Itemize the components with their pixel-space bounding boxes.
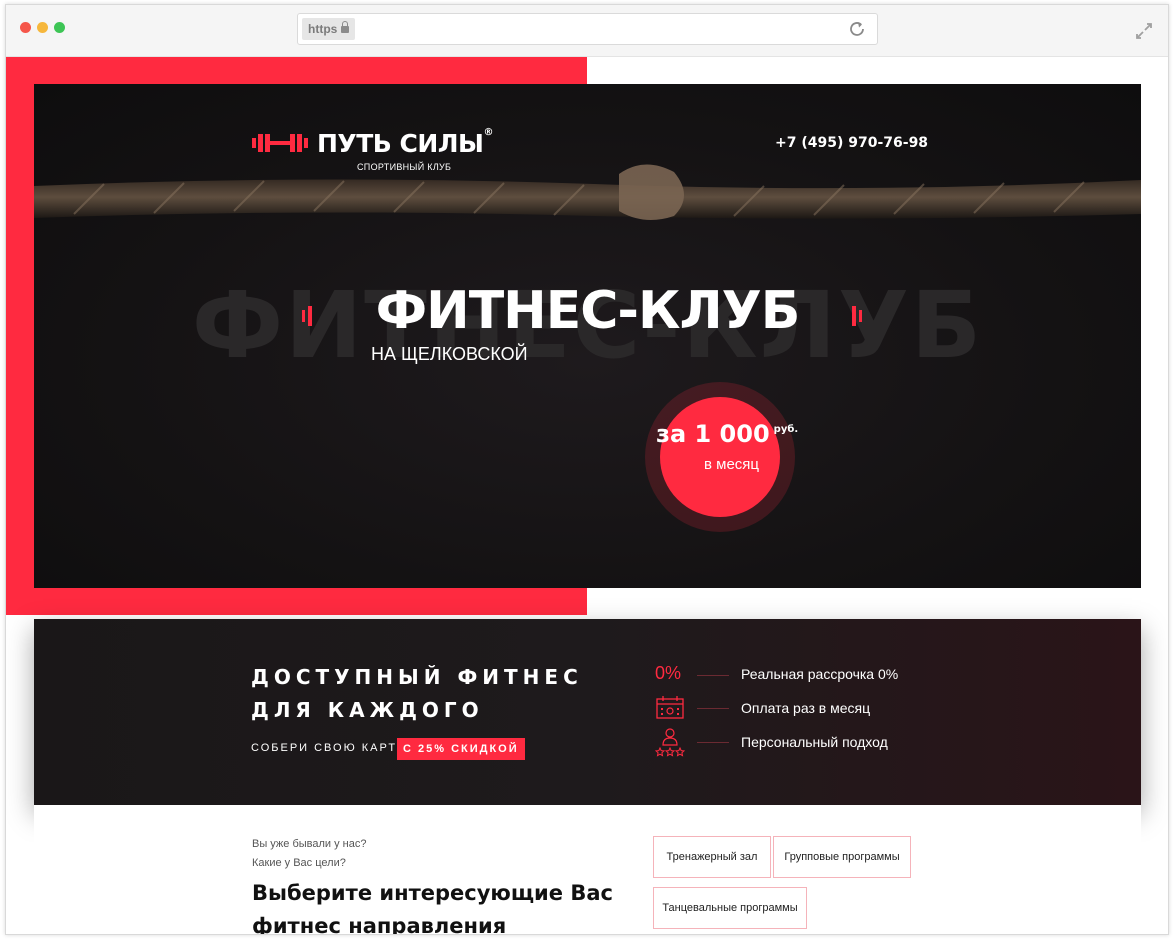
reload-icon[interactable] <box>847 19 867 39</box>
feature-personal-approach: Персональный подход <box>741 734 888 750</box>
hero-section: ФИТНЕС-КЛУБ ПУТЬ СИЛЫ® СПОРТИВНЫЙ КЛУБ +… <box>34 84 1141 588</box>
right-bracket-icon <box>852 306 862 326</box>
dumbbell-logo-icon <box>252 134 308 152</box>
band-title: ДОСТУПНЫЙ ФИТНЕС ДЛЯ КАЖДОГО <box>251 665 583 722</box>
browser-window: https ФИТНЕС-КЛУБ ПУТЬ СИЛЫ® СПОРТИВНЫЙ … <box>5 4 1169 935</box>
price-value: за 1 000 руб. <box>656 420 799 448</box>
calendar-icon <box>656 696 684 719</box>
feature-monthly-payment: Оплата раз в месяц <box>741 700 871 716</box>
lock-icon <box>341 21 350 33</box>
percent-icon: 0% <box>655 663 682 683</box>
option-gym[interactable]: Тренажерный зал <box>653 836 771 878</box>
hero-subtitle: НА ЩЕЛКОВСКОЙ <box>371 344 528 364</box>
maximize-window-button[interactable] <box>54 22 65 33</box>
minimize-window-button[interactable] <box>37 22 48 33</box>
phone-link[interactable]: +7 (495) 970-76-98 <box>775 135 928 151</box>
option-dance-programs[interactable]: Танцевальные программы <box>653 887 807 929</box>
feature-divider <box>697 742 729 743</box>
feature-divider <box>697 675 729 676</box>
features-band: ДОСТУПНЫЙ ФИТНЕС ДЛЯ КАЖДОГО СОБЕРИ СВОЮ… <box>34 619 1141 805</box>
discount-badge[interactable]: С 25% СКИДКОЙ <box>397 738 525 760</box>
feature-divider <box>697 708 729 709</box>
price-period: в месяц <box>704 456 760 473</box>
person-stars-icon <box>655 728 685 757</box>
collect-card-text: СОБЕРИ СВОЮ КАРТУ <box>251 742 407 754</box>
protocol-badge: https <box>302 18 356 40</box>
close-window-button[interactable] <box>20 22 31 33</box>
address-bar[interactable]: https <box>297 13 878 45</box>
feature-installment: Реальная рассрочка 0% <box>741 666 899 682</box>
question-goals: Какие у Вас цели? <box>252 857 346 869</box>
rope-image <box>34 164 1141 220</box>
logo-subtitle: СПОРТИВНЫЙ КЛУБ <box>357 162 452 172</box>
question-visited: Вы уже бывали у нас? <box>252 838 367 850</box>
directions-section: Вы уже бывали у нас? Какие у Вас цели? В… <box>34 805 1141 935</box>
directions-heading: Выберите интересующие Вас фитнес направл… <box>252 881 613 935</box>
hero-title: ФИТНЕС-КЛУБ <box>375 281 801 341</box>
option-group-programs[interactable]: Групповые программы <box>773 836 911 878</box>
expand-icon[interactable] <box>1134 21 1154 41</box>
web-page: ФИТНЕС-КЛУБ ПУТЬ СИЛЫ® СПОРТИВНЫЙ КЛУБ +… <box>6 57 1168 935</box>
protocol-label: https <box>308 22 338 36</box>
browser-toolbar: https <box>6 5 1168 57</box>
logo-text: ПУТЬ СИЛЫ® <box>317 127 493 158</box>
